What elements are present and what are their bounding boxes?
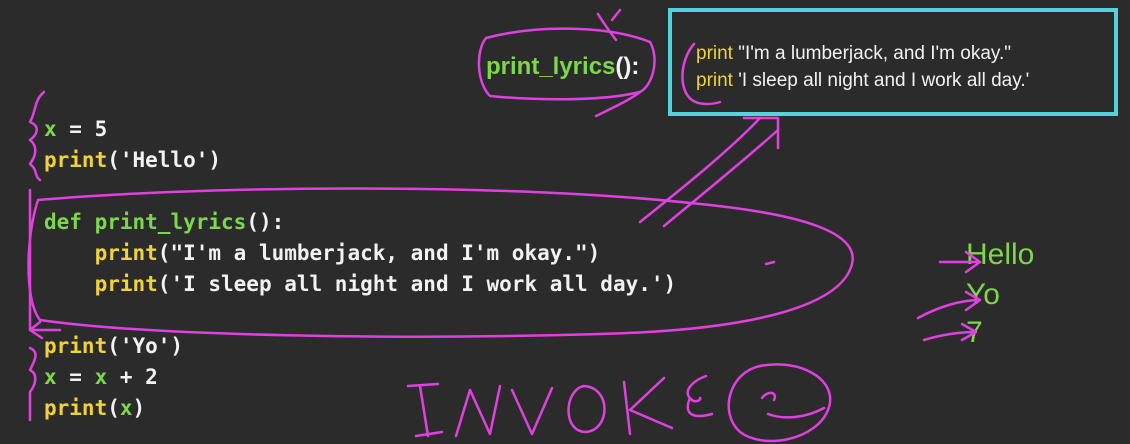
code-token: x [44, 365, 57, 389]
arrow-head-box [742, 116, 780, 150]
left-bracket-top [28, 90, 46, 182]
code-token: ("I'm a lumberjack, and I'm okay.") [157, 241, 601, 265]
code-token: ( [107, 396, 120, 420]
smiley-mouth [766, 406, 826, 419]
code-token: (): [246, 210, 285, 234]
function-parens: (): [615, 53, 640, 80]
function-name: print_lyrics [486, 53, 616, 80]
code-token: + 2 [107, 365, 158, 389]
body-line-2-keyword: print [696, 70, 733, 91]
code-token: print_lyrics [94, 210, 247, 234]
code-token: ('Hello') [107, 148, 222, 172]
code-line: def print_lyrics(): [44, 207, 676, 238]
body-line-1-keyword: print [696, 43, 733, 64]
code-token: = [56, 365, 95, 389]
code-line: print('I sleep all night and I work all … [44, 269, 677, 300]
top-squiggle [596, 8, 622, 42]
code-token: print [44, 334, 108, 358]
left-bracket-bottom [28, 346, 37, 422]
code-token: x [94, 365, 108, 389]
invoke-letter-e [686, 374, 714, 418]
small-tick [764, 260, 776, 266]
code-token: ) [132, 396, 146, 420]
code-line: print('Hello') [44, 145, 676, 176]
function-name-label: print_lyrics(): [486, 53, 639, 81]
smiley-eye [760, 391, 777, 402]
function-body-box: print "I'm a lumberjack, and I'm okay." … [668, 8, 1118, 116]
code-token: print [44, 396, 108, 420]
code-listing: x = 5 print('Hello') def print_lyrics(): … [44, 114, 676, 424]
body-line-2: print 'I sleep all night and I work all … [696, 70, 1029, 92]
code-line: print("I'm a lumberjack, and I'm okay.") [44, 238, 676, 269]
code-line: x = 5 [44, 114, 676, 145]
output-line-2: Yo [966, 278, 1000, 311]
code-token: print [44, 272, 158, 296]
body-line-1-text: "I'm a lumberjack, and I'm okay." [732, 43, 1012, 64]
smiley-face [727, 363, 832, 443]
code-token: = 5 [56, 117, 108, 141]
output-line-1: Hello [966, 238, 1035, 271]
code-token: print [44, 241, 158, 265]
code-token: print [44, 148, 108, 172]
code-token: x [44, 117, 57, 141]
code-token: def [44, 210, 82, 234]
def-label-tail [594, 90, 642, 118]
code-token: ('I sleep all night and I work all day.'… [157, 272, 677, 296]
code-line: x = x + 2 [44, 362, 676, 393]
code-line: print('Yo') [44, 331, 676, 362]
body-line-1: print "I'm a lumberjack, and I'm okay." [696, 43, 1011, 65]
output-line-3: 7 [966, 316, 983, 349]
body-line-2-text: 'I sleep all night and I work all day.' [732, 70, 1030, 91]
code-token: ('Yo') [107, 334, 184, 358]
code-line: print(x) [44, 393, 676, 424]
arrow-to-box-b [662, 128, 780, 228]
code-token: x [119, 396, 133, 420]
